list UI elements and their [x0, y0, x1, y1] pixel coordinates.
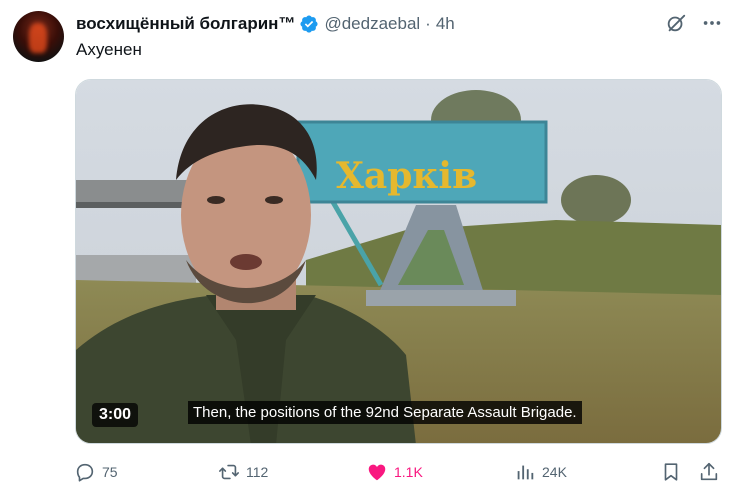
- header-separator: ·: [425, 14, 431, 33]
- author-handle[interactable]: @dedzaebal: [324, 14, 420, 34]
- reply-button[interactable]: 75: [74, 458, 118, 486]
- top-actions: [665, 12, 723, 34]
- share-icon: [700, 462, 718, 481]
- video-thumbnail[interactable]: Харків: [76, 80, 722, 444]
- tweet-header: восхищённый болгарин™ @dedzaebal · 4h: [76, 12, 455, 36]
- views-icon: [517, 465, 534, 480]
- retweet-button[interactable]: 112: [218, 458, 268, 486]
- tweet-timestamp[interactable]: 4h: [436, 14, 455, 34]
- views-count: 24K: [542, 464, 567, 480]
- video-player[interactable]: Харків 3:00 Then, the positions of the 9…: [75, 79, 722, 444]
- tweet-text: Ахуенен: [76, 40, 142, 59]
- author-display-name[interactable]: восхищённый болгарин™: [76, 14, 295, 34]
- share-button[interactable]: [698, 458, 726, 486]
- grok-icon[interactable]: [665, 12, 687, 34]
- video-subtitle: Then, the positions of the 92nd Separate…: [188, 401, 582, 424]
- reply-icon: [76, 463, 94, 482]
- more-options-icon[interactable]: [701, 12, 723, 34]
- retweet-icon: [219, 464, 239, 480]
- bookmark-icon: [664, 463, 678, 481]
- author-avatar[interactable]: [13, 11, 64, 62]
- sign-text: Харків: [336, 155, 477, 197]
- heart-icon: [368, 464, 386, 481]
- like-button[interactable]: 1.1K: [366, 458, 423, 486]
- like-count: 1.1K: [394, 464, 423, 480]
- reply-count: 75: [102, 464, 118, 480]
- verified-badge-icon: [300, 15, 318, 33]
- bookmark-button[interactable]: [660, 458, 688, 486]
- views-button[interactable]: 24K: [514, 458, 567, 486]
- tweet-actions: 75 112 1.1K 24K: [74, 458, 724, 486]
- retweet-count: 112: [246, 464, 269, 480]
- video-duration: 3:00: [92, 403, 139, 427]
